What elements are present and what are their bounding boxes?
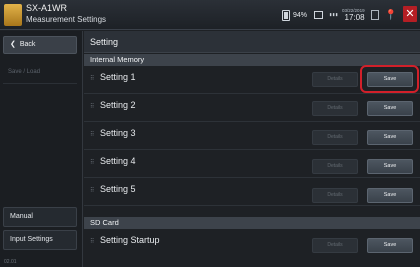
- setting-label: Setting Startup: [100, 235, 160, 245]
- drag-handle-icon: ⠿: [90, 239, 95, 245]
- manual-button[interactable]: Manual: [3, 207, 77, 227]
- setting-row: ⠿ Setting 2 Details Save: [84, 94, 420, 122]
- app-logo: [4, 4, 22, 26]
- details-button[interactable]: Details: [312, 188, 358, 203]
- window-title: Measurement Settings: [26, 15, 107, 24]
- details-button[interactable]: Details: [312, 130, 358, 145]
- divider: [3, 83, 77, 84]
- model-name: SX-A1WR: [26, 3, 68, 13]
- save-button[interactable]: Save: [367, 188, 413, 203]
- drag-handle-icon: ⠿: [90, 188, 95, 194]
- sidebar: ❮ Back Save / Load Manual Input Settings …: [0, 31, 83, 267]
- section-sd-card: SD Card: [84, 217, 420, 229]
- setting-row: ⠿ Setting 4 Details Save: [84, 150, 420, 178]
- input-settings-button[interactable]: Input Settings: [3, 230, 77, 250]
- pin-icon[interactable]: 📍: [385, 10, 397, 21]
- details-button[interactable]: Details: [312, 72, 358, 87]
- setting-row: ⠿ Setting Startup Details Save: [84, 229, 420, 257]
- setting-row: ⠿ Setting 3 Details Save: [84, 122, 420, 150]
- drag-handle-icon: ⠿: [90, 132, 95, 138]
- setting-row: ⠿ Setting 5 Details Save: [84, 178, 420, 206]
- drag-handle-icon: ⠿: [90, 104, 95, 110]
- details-button[interactable]: Details: [312, 238, 358, 253]
- details-button[interactable]: Details: [312, 159, 358, 174]
- signal-icon: ▮▮▮: [329, 11, 339, 18]
- back-button[interactable]: ❮ Back: [3, 36, 77, 54]
- datetime: 03/22/2019 17:08: [342, 8, 365, 22]
- sidebar-item-save-load[interactable]: Save / Load: [8, 69, 40, 75]
- close-button[interactable]: ✕: [403, 6, 417, 22]
- setting-label: Setting 5: [100, 184, 136, 194]
- setting-label: Setting 1: [100, 72, 136, 82]
- sd-card-icon: [314, 11, 324, 19]
- save-button[interactable]: Save: [367, 238, 413, 253]
- drag-handle-icon: ⠿: [90, 76, 95, 82]
- highlight-ring: [360, 65, 419, 93]
- document-icon[interactable]: [370, 10, 379, 20]
- page-title: Setting: [84, 31, 420, 53]
- time-text: 17:08: [344, 13, 365, 22]
- version-label: 02.01: [4, 259, 17, 265]
- chevron-left-icon: ❮: [10, 41, 16, 48]
- battery-icon: [282, 9, 290, 21]
- details-button[interactable]: Details: [312, 101, 358, 116]
- save-button[interactable]: Save: [367, 130, 413, 145]
- setting-label: Setting 3: [100, 128, 136, 138]
- title-bar: SX-A1WR Measurement Settings 94% ▮▮▮ 03/…: [0, 0, 420, 30]
- battery-level: 94%: [293, 11, 308, 19]
- status-area: 94% ▮▮▮ 03/22/2019 17:08 📍: [282, 7, 403, 23]
- main-panel: Setting Internal Memory ⠿ Setting 1 Deta…: [84, 31, 420, 267]
- back-label: Back: [19, 41, 36, 48]
- save-button[interactable]: Save: [367, 159, 413, 174]
- setting-label: Setting 4: [100, 156, 136, 166]
- drag-handle-icon: ⠿: [90, 160, 95, 166]
- setting-label: Setting 2: [100, 100, 136, 110]
- save-button[interactable]: Save: [367, 101, 413, 116]
